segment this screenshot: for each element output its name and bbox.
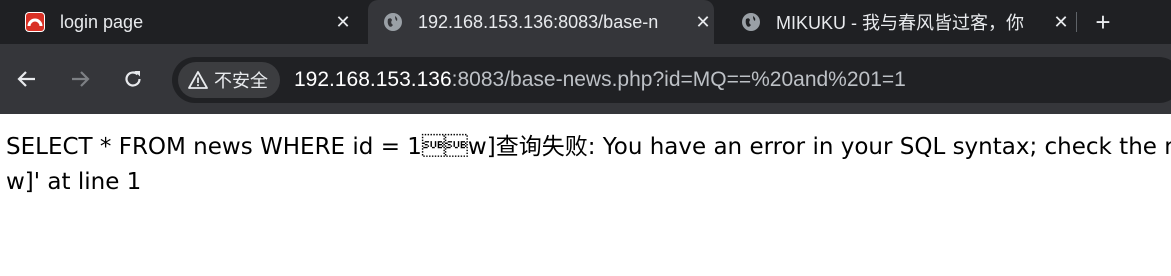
page-content: SELECT * FROM news WHERE id = 1w]查询失败:…: [0, 114, 1171, 200]
tab-title: login page: [60, 11, 144, 32]
tab-title: 192.168.153.136:8083/base-n: [418, 11, 659, 32]
address-bar[interactable]: 不安全 192.168.153.136:8083/base-news.php?i…: [172, 57, 1171, 103]
browser-toolbar: 不安全 192.168.153.136:8083/base-news.php?i…: [0, 44, 1171, 114]
tab-strip: login page ✕ 192.168.153.136:8083/base-n…: [0, 0, 1171, 44]
forward-button[interactable]: [65, 64, 95, 94]
reload-icon: [125, 71, 141, 87]
site-favicon-icon: [24, 11, 46, 33]
sql-error-line-2: w]' at line 1: [6, 169, 142, 195]
reload-button[interactable]: [118, 64, 148, 94]
arrow-right-icon: [72, 71, 90, 87]
security-indicator[interactable]: 不安全: [178, 62, 280, 98]
tab-separator: [1076, 12, 1077, 32]
tab-mikuku[interactable]: MIKUKU - 我与春风皆过客，你 ✕: [730, 0, 1072, 44]
tab-active-base-news[interactable]: 192.168.153.136:8083/base-n ✕: [368, 0, 714, 44]
close-tab-icon[interactable]: ✕: [332, 12, 354, 33]
close-tab-icon[interactable]: ✕: [1050, 12, 1072, 33]
tab-title: MIKUKU - 我与春风皆过客，你: [776, 13, 1025, 33]
url-path: :8083/base-news.php?id=MQ==%20and%201=1: [451, 68, 906, 91]
globe-icon: [382, 11, 404, 33]
tab-login-page[interactable]: login page ✕: [14, 0, 354, 44]
arrow-left-icon: [17, 71, 35, 87]
globe-icon: [740, 11, 762, 33]
url-text[interactable]: 192.168.153.136:8083/base-news.php?id=MQ…: [294, 68, 906, 92]
url-host: 192.168.153.136: [294, 68, 452, 91]
new-tab-button[interactable]: +: [1090, 0, 1116, 44]
sql-error-line-1: SELECT * FROM news WHERE id = 1w]查询失败:…: [6, 134, 1171, 160]
warning-icon: [188, 71, 208, 89]
back-button[interactable]: [12, 64, 42, 94]
close-tab-icon[interactable]: ✕: [692, 12, 714, 33]
security-label: 不安全: [214, 71, 268, 92]
